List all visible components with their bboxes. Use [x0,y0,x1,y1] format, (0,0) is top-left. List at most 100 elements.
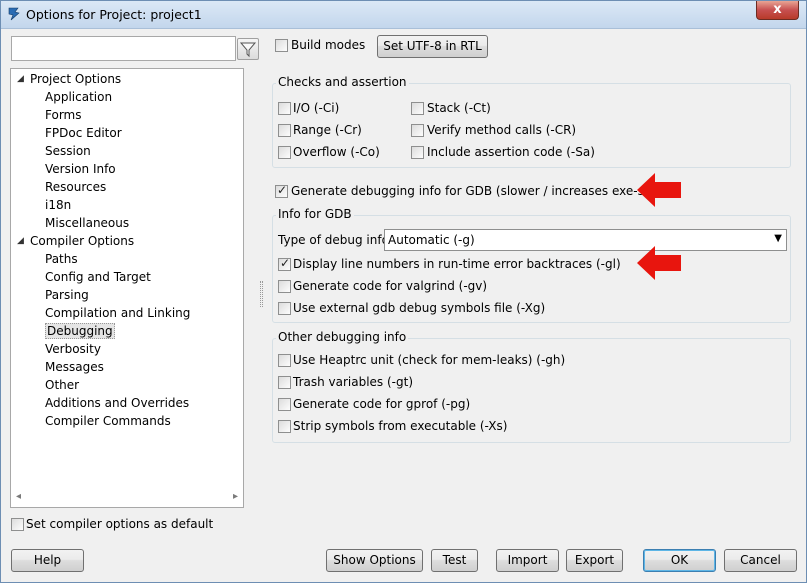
set-default-checkbox[interactable] [11,518,24,531]
window-title: Options for Project: project1 [26,7,202,22]
tree-item-label: Paths [45,252,78,266]
debug-info-type-value: Automatic (-g) [388,233,475,247]
import-button[interactable]: Import [496,549,559,572]
filter-button[interactable] [237,38,259,60]
tree-item[interactable]: FPDoc Editor [45,124,122,142]
strip-symbols-checkbox[interactable] [278,420,291,433]
options-tree[interactable]: ◂ ▸ ◢ Project Options Application Forms FPDo… [10,68,244,508]
overflow-checkbox[interactable] [278,146,291,159]
red-arrow-annotation-icon [637,246,681,280]
tree-item-label: Config and Target [45,270,151,284]
export-button[interactable]: Export [566,549,623,572]
tree-category[interactable]: ◢ Compiler Options [17,232,135,250]
range-checkbox[interactable] [278,124,291,137]
gprof-checkbox[interactable] [278,398,291,411]
range-label: Range (-Cr) [293,123,362,137]
tree-category[interactable]: ◢ Project Options [17,70,122,88]
show-options-button[interactable]: Show Options [326,549,423,572]
cancel-button[interactable]: Cancel [724,549,797,572]
valgrind-checkbox[interactable] [278,280,291,293]
splitter-handle[interactable] [260,281,263,307]
verify-method-calls-label: Verify method calls (-CR) [427,123,577,137]
build-modes-label: Build modes [291,38,366,52]
options-search-input[interactable] [11,36,236,61]
tree-item[interactable]: Debugging [45,322,115,340]
trash-variables-label: Trash variables (-gt) [293,375,414,389]
tree-item[interactable]: Verbosity [45,340,101,358]
tree-item-label: Parsing [45,288,89,302]
tree-item-label: Compilation and Linking [45,306,191,320]
expand-triangle-icon[interactable]: ◢ [17,232,24,250]
ok-button[interactable]: OK [643,549,716,572]
close-button[interactable]: x [756,1,799,20]
options-dialog: Options for Project: project1 x ◂ ▸ ◢ Pro… [0,0,807,583]
help-button[interactable]: Help [11,549,84,572]
strip-symbols-label: Strip symbols from executable (-Xs) [293,419,508,433]
tree-item-label: Compiler Commands [45,414,171,428]
tree-item[interactable]: Resources [45,178,106,196]
tree-item-label: Additions and Overrides [45,396,190,410]
stack-checkbox[interactable] [411,102,424,115]
scroll-left-icon[interactable]: ◂ [16,491,21,502]
other-debugging-title: Other debugging info [276,330,409,345]
tree-item-label: Verbosity [45,342,101,356]
tree-horizontal-scrollbar[interactable]: ◂ ▸ [12,489,242,506]
tree-item[interactable]: Other [45,376,79,394]
heaptrc-label: Use Heaptrc unit (check for mem-leaks) (… [293,353,566,367]
tree-item[interactable]: Application [45,88,112,106]
tree-item-label: Session [45,144,91,158]
debug-info-type-select[interactable]: Automatic (-g) ▼ [384,229,787,251]
include-assertion-label: Include assertion code (-Sa) [427,145,595,159]
tree-item[interactable]: Compilation and Linking [45,304,190,322]
title-bar: Options for Project: project1 x [1,1,806,29]
trash-variables-checkbox[interactable] [278,376,291,389]
set-utf8-button[interactable]: Set UTF-8 in RTL [377,35,488,58]
tree-item[interactable]: Additions and Overrides [45,394,189,412]
tree-item-label: Debugging [45,323,115,339]
tree-item-label: FPDoc Editor [45,126,122,140]
scroll-right-icon[interactable]: ▸ [233,491,238,502]
external-gdb-symbols-checkbox[interactable] [278,302,291,315]
tree-item[interactable]: Paths [45,250,78,268]
tree-item-label: Project Options [30,72,122,86]
generate-gdb-info-checkbox[interactable] [275,183,288,198]
tree-item-label: Miscellaneous [45,216,130,230]
tree-item[interactable]: Parsing [45,286,89,304]
tree-item-label: Forms [45,108,82,122]
valgrind-label: Generate code for valgrind (-gv) [293,279,488,293]
red-arrow-annotation-icon [637,173,681,207]
external-gdb-symbols-label: Use external gdb debug symbols file (-Xg… [293,301,546,315]
stack-label: Stack (-Ct) [427,101,491,115]
tree-item[interactable]: Config and Target [45,268,151,286]
tree-item[interactable]: Miscellaneous [45,214,129,232]
tree-item[interactable]: i18n [45,196,71,214]
filter-icon [239,42,257,58]
tree-item[interactable]: Session [45,142,91,160]
expand-triangle-icon[interactable]: ◢ [17,70,24,88]
verify-method-calls-checkbox[interactable] [411,124,424,137]
tree-item-label: Messages [45,360,104,374]
include-assertion-checkbox[interactable] [411,146,424,159]
line-numbers-checkbox[interactable] [278,256,291,271]
line-numbers-label: Display line numbers in run-time error b… [293,257,621,271]
tree-item[interactable]: Compiler Commands [45,412,171,430]
tree-item-label: Resources [45,180,107,194]
chevron-down-icon: ▼ [774,233,782,244]
tree-item[interactable]: Version Info [45,160,116,178]
set-default-label: Set compiler options as default [26,517,214,531]
lazarus-app-icon [8,7,20,21]
heaptrc-checkbox[interactable] [278,354,291,367]
build-modes-checkbox[interactable] [275,39,288,52]
info-for-gdb-title: Info for GDB [276,207,354,222]
checks-group-title: Checks and assertion [276,75,409,90]
io-checkbox[interactable] [278,102,291,115]
generate-gdb-info-label: Generate debugging info for GDB (slower … [291,184,666,198]
gprof-label: Generate code for gprof (-pg) [293,397,471,411]
tree-item[interactable]: Forms [45,106,81,124]
test-button[interactable]: Test [431,549,478,572]
tree-item-label: Version Info [45,162,116,176]
tree-item[interactable]: Messages [45,358,104,376]
io-label: I/O (-Ci) [293,101,340,115]
overflow-label: Overflow (-Co) [293,145,380,159]
tree-item-label: Compiler Options [30,234,135,248]
